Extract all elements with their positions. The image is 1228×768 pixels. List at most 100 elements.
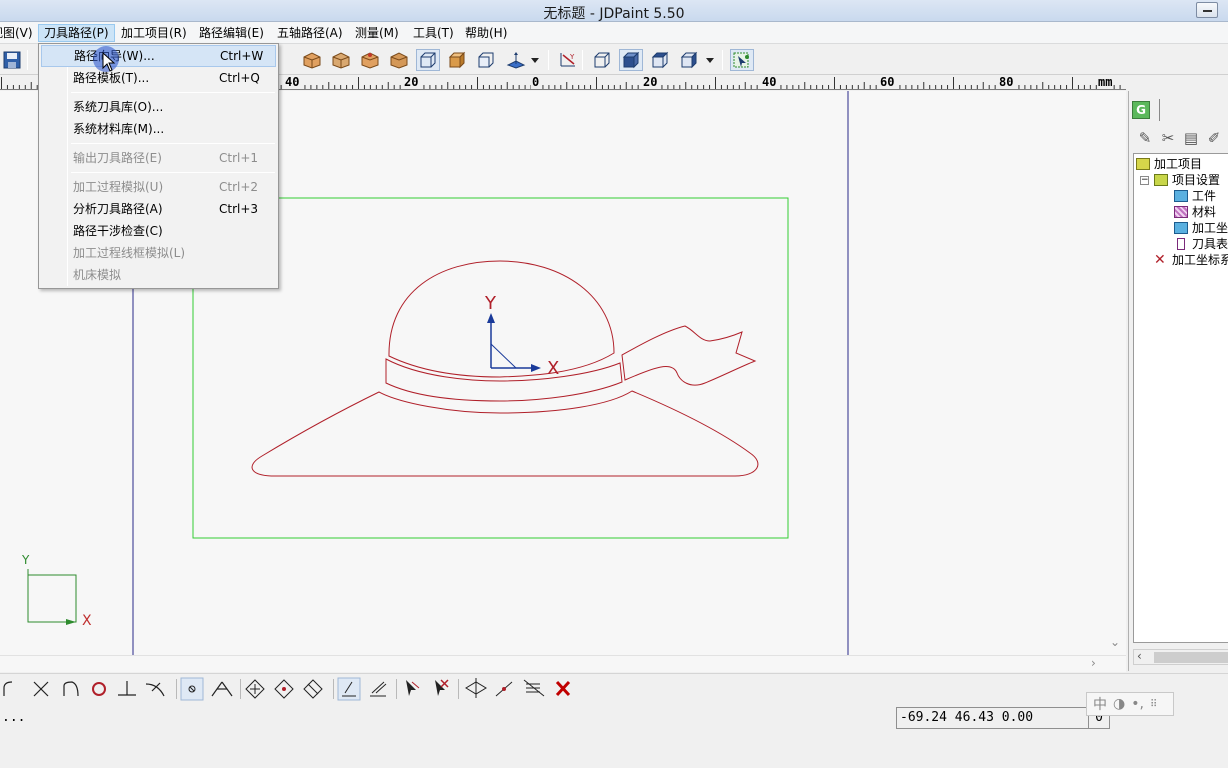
- tree-item-coord-system[interactable]: ✕ 加工坐标系: [1154, 252, 1228, 268]
- layer-snap-icon[interactable]: [337, 677, 361, 701]
- grid-snap-1-icon[interactable]: [245, 679, 265, 699]
- menu-path-wizard[interactable]: 路径向导(W)... Ctrl+W: [41, 45, 276, 67]
- corner-axis-box: [27, 574, 77, 623]
- cube-view-2-button[interactable]: [619, 49, 643, 71]
- view-solid-3-button[interactable]: [358, 49, 382, 71]
- tree-item-settings[interactable]: 项目设置: [1154, 172, 1220, 188]
- hat-ribbon-path[interactable]: [621, 325, 757, 386]
- corner-x-arrow: [66, 619, 76, 625]
- menu-output-toolpath[interactable]: 输出刀具路径(E) Ctrl+1: [41, 147, 276, 169]
- cube-view-1-button[interactable]: [590, 49, 614, 71]
- menu-bar: 视图(V) 刀具路径(P) 加工项目(R) 路径编辑(E) 五轴路径(A) 测量…: [0, 22, 1228, 44]
- menu-material-library[interactable]: 系统材料库(M)...: [41, 118, 276, 140]
- title-bar: 无标题 - JDPaint 5.50: [0, 0, 1228, 22]
- ruler-label: 80: [998, 76, 1015, 89]
- shaded-cube-icon: [622, 51, 640, 69]
- menu-path-template[interactable]: 路径模板(T)... Ctrl+Q: [41, 67, 276, 89]
- perpendicular-snap-icon[interactable]: [118, 681, 136, 696]
- cube-view-3-button[interactable]: [648, 49, 672, 71]
- ruler-label: 0: [531, 76, 541, 89]
- menu-machine-simulation[interactable]: 机床模拟: [41, 264, 276, 286]
- view-xy-button[interactable]: Y: [556, 49, 580, 71]
- cancel-snap-icon[interactable]: [555, 680, 571, 697]
- ime-punct-icon[interactable]: •,: [1131, 696, 1144, 712]
- nearest-snap-icon[interactable]: [145, 682, 165, 697]
- menu-interference-check[interactable]: 路径干涉检查(C): [41, 220, 276, 242]
- ime-mode-label[interactable]: 中: [1093, 694, 1107, 714]
- transform-icon[interactable]: [465, 678, 487, 698]
- menu-path-edit[interactable]: 路径编辑(E): [194, 24, 269, 42]
- y-axis-label: Y: [485, 293, 496, 314]
- save-icon: [3, 51, 21, 69]
- minimize-button[interactable]: [1196, 2, 1218, 18]
- view-wire-cube-button[interactable]: [474, 49, 498, 71]
- workpiece-icon: [1174, 190, 1188, 202]
- save-button[interactable]: [0, 49, 24, 71]
- wireframe-cube-icon: [594, 52, 610, 68]
- tree-scroll-thumb[interactable]: [1154, 652, 1228, 663]
- tree-item-project[interactable]: 加工项目: [1136, 156, 1202, 172]
- cutter-icon[interactable]: ✂: [1158, 129, 1178, 147]
- snap-button[interactable]: [730, 49, 754, 71]
- menu-view[interactable]: 视图(V): [0, 24, 38, 42]
- tree-item-workpiece[interactable]: 工件: [1174, 188, 1216, 204]
- scroll-left-icon[interactable]: ‹: [1137, 649, 1142, 663]
- view-solid-4-button[interactable]: [387, 49, 411, 71]
- view-solid-2-button[interactable]: [329, 49, 353, 71]
- ime-moon-icon[interactable]: ◑: [1113, 696, 1125, 712]
- xy-plane-icon: Y: [560, 53, 575, 67]
- quadrant-snap-icon[interactable]: [92, 682, 106, 696]
- dropdown-arrow-icon: [531, 58, 539, 63]
- ime-toolbar[interactable]: 中 ◑ •, ⠿: [1086, 692, 1174, 716]
- grid-snap-3-icon[interactable]: [303, 679, 323, 699]
- menu-toolpath[interactable]: 刀具路径(P): [38, 24, 115, 42]
- menu-help[interactable]: 帮助(H): [460, 24, 512, 42]
- midpoint-snap-icon[interactable]: [211, 681, 233, 697]
- arc-snap-icon[interactable]: [3, 681, 13, 696]
- table-icon[interactable]: ▤: [1181, 129, 1201, 147]
- tree-collapse-icon[interactable]: −: [1140, 176, 1149, 185]
- select-remove-icon[interactable]: [435, 679, 449, 696]
- snap-tools-svg: [3, 677, 571, 701]
- tree-scrollbar[interactable]: ‹: [1133, 649, 1228, 665]
- layer-snap-2-icon[interactable]: [370, 681, 387, 697]
- path-tool-icon[interactable]: ✎: [1135, 129, 1155, 147]
- view-axis-dropdown[interactable]: [528, 49, 542, 71]
- menu-simulate-machining[interactable]: 加工过程模拟(U) Ctrl+2: [41, 176, 276, 198]
- view-wire-front-button[interactable]: [416, 49, 440, 71]
- menu-analyze-toolpath[interactable]: 分析刀具路径(A) Ctrl+3: [41, 198, 276, 220]
- view-axis-button[interactable]: [504, 49, 528, 71]
- tree-item-tool-table[interactable]: 刀具表: [1174, 236, 1228, 252]
- menu-wireframe-simulation[interactable]: 加工过程线框模拟(L): [41, 242, 276, 264]
- edit-icon[interactable]: ✐: [1204, 129, 1224, 147]
- intersection-snap-icon[interactable]: [33, 681, 49, 697]
- tree-item-material[interactable]: 材料: [1174, 204, 1216, 220]
- menu-machining-project[interactable]: 加工项目(R): [116, 24, 192, 42]
- list-select-icon[interactable]: [523, 679, 545, 697]
- menu-tool-library[interactable]: 系统刀具库(O)...: [41, 96, 276, 118]
- grid-snap-2-icon[interactable]: [274, 679, 294, 699]
- pick-line-icon[interactable]: [495, 681, 513, 697]
- scroll-right-icon[interactable]: ›: [1091, 656, 1096, 670]
- panel-tab-g[interactable]: G: [1132, 101, 1150, 119]
- cube-view-dropdown[interactable]: [703, 49, 717, 71]
- menu-five-axis-path[interactable]: 五轴路径(A): [272, 24, 348, 42]
- vertical-scrollbar[interactable]: ⌄: [1104, 91, 1126, 655]
- select-pick-icon[interactable]: [406, 680, 420, 696]
- ime-menu-icon[interactable]: ⠿: [1150, 699, 1157, 710]
- center-snap-icon[interactable]: [180, 677, 204, 701]
- view-solid-cube-button[interactable]: [445, 49, 469, 71]
- scroll-down-icon[interactable]: ⌄: [1110, 635, 1120, 649]
- menu-tools[interactable]: 工具(T): [408, 24, 459, 42]
- cube-view-4-button[interactable]: [677, 49, 701, 71]
- tree-item-coordinate[interactable]: 加工坐: [1174, 220, 1228, 236]
- menu-measure[interactable]: 测量(M): [350, 24, 404, 42]
- hat-crown-path[interactable]: [388, 260, 615, 378]
- view-solid-1-button[interactable]: [300, 49, 324, 71]
- svg-text:Y: Y: [569, 53, 575, 61]
- hat-brim-path[interactable]: [251, 390, 759, 477]
- horizontal-scrollbar[interactable]: ›: [0, 655, 1126, 672]
- project-panel: G ✎ ✂ ▤ ✐ 加工项目 − 项目设置 工件 材料 加工坐 刀具表 ✕ 加工…: [1128, 91, 1228, 671]
- ruler-label: 60: [879, 76, 896, 89]
- tangent-snap-icon[interactable]: [63, 681, 79, 697]
